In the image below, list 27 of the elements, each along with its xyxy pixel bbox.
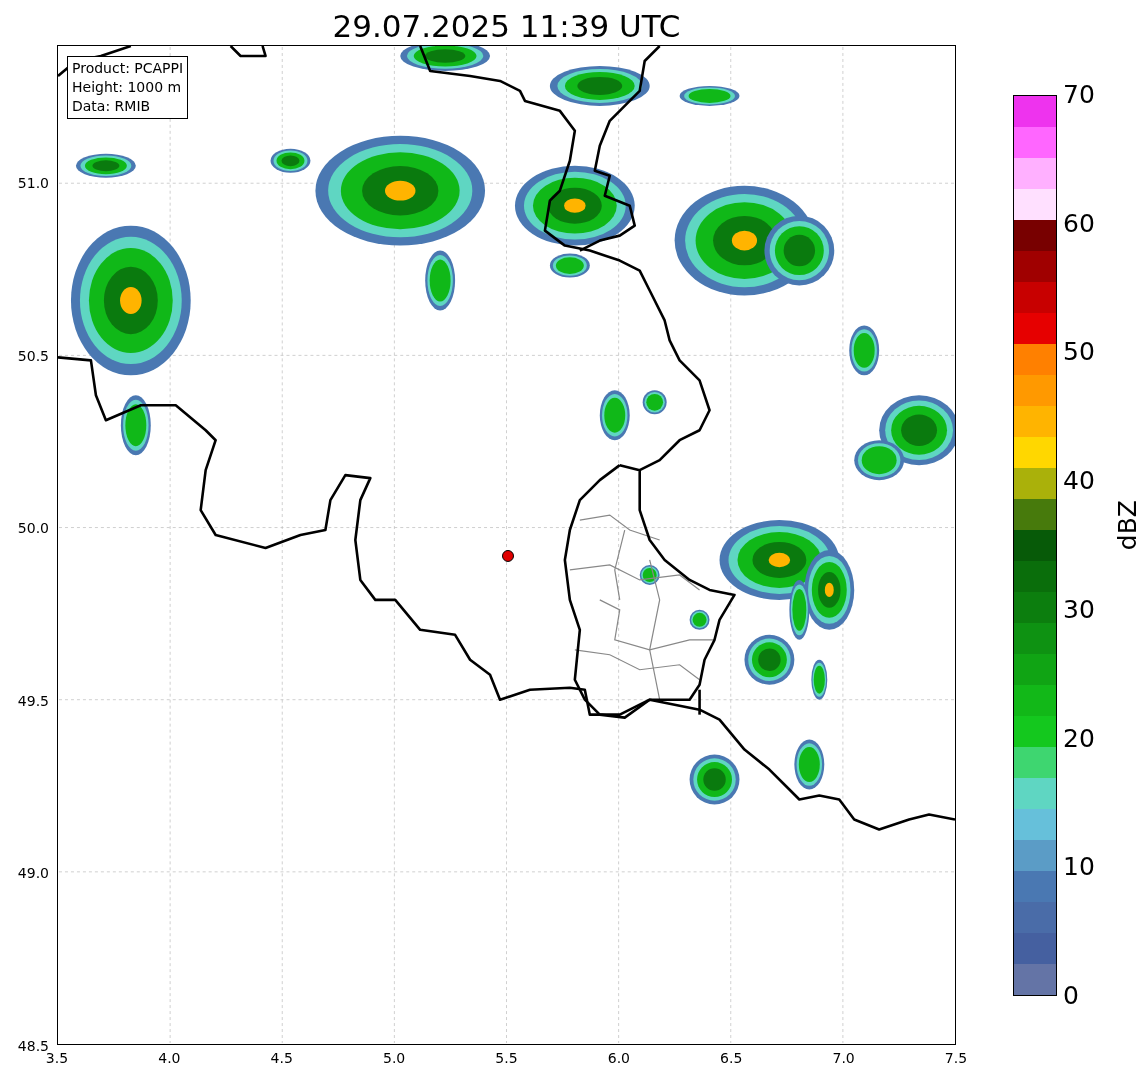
colorbar-tick-label: 60 [1063,209,1095,238]
y-tick-label: 50.0 [17,520,49,536]
y-tick-label: 49.5 [17,692,49,709]
y-tick-label: 49.0 [17,865,49,881]
colorbar-tick-label: 40 [1063,467,1095,496]
x-tick-label: 7.0 [832,1050,855,1066]
x-tick-label: 4.5 [270,1050,293,1066]
radar-site-marker [502,550,514,562]
colorbar-tick-label: 70 [1063,81,1095,109]
x-tick-label: 6.5 [720,1050,743,1066]
colorbar-tick-label: 50 [1063,338,1095,367]
info-text: Data: RMIB [72,97,152,116]
colorbar-tick-label: 10 [1063,853,1095,882]
colorbar-label: dBZ [1113,499,1142,551]
info-text: Product: PCAPPI [72,59,184,78]
info-text: Height: 1000 m [72,78,183,97]
colorbar-tick-label: 0 [1063,982,1079,1010]
y-tick-label: 51.0 [17,175,49,191]
colorbar-tick-label: 20 [1063,724,1095,753]
chart-title: 29.07.2025 11:39 UTC [332,7,681,45]
x-tick-label: 4.0 [158,1050,181,1066]
x-tick-label: 5.0 [383,1050,406,1066]
colorbar-tick-label: 30 [1063,595,1095,624]
x-tick-label: 6.0 [607,1050,630,1066]
y-tick-label: 50.5 [17,347,49,364]
x-tick-label: 5.5 [495,1050,518,1066]
x-tick-label: 7.5 [944,1050,968,1066]
